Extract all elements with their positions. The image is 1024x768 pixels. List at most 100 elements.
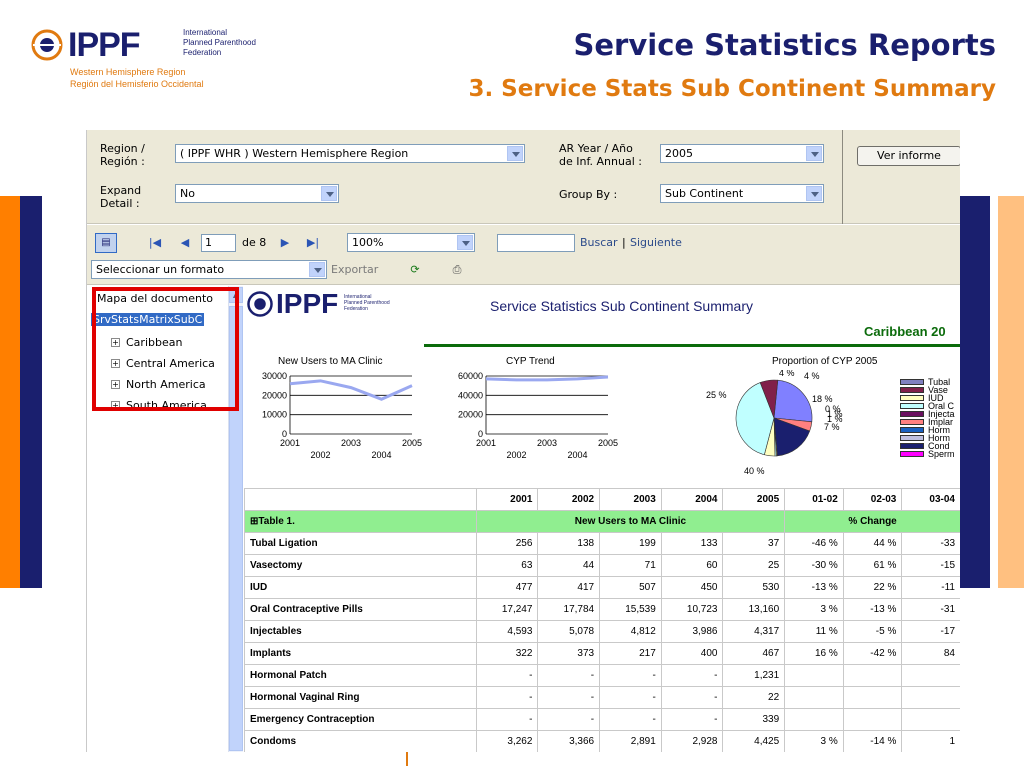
col-header: 2002	[537, 488, 601, 511]
table-cell: 4,317	[722, 620, 786, 643]
chevron-down-icon[interactable]	[806, 186, 822, 201]
table-cell: 199	[599, 532, 662, 555]
table-row: Hormonal Vaginal Ring - - - -22	[244, 686, 960, 709]
y-tick-label: 10000	[262, 410, 287, 420]
table-row: IUD 477 417 507 450 530 -13 % 22 % -11	[244, 576, 960, 599]
stats-table: 2001 2002 2003 2004 2005 01-02 02-03 03-…	[244, 488, 960, 752]
table-cell: 3 %	[784, 598, 844, 621]
table-cell: -17	[901, 620, 960, 643]
groupby-label: Group By :	[559, 188, 618, 201]
chevron-down-icon[interactable]	[806, 146, 822, 161]
cyp-proportion-pie-chart: 4 % 4 %18 %0 %1 %1 %7 %40 %25 %	[706, 370, 843, 476]
y-tick-label: 20000	[262, 390, 287, 400]
report-title: Service Statistics Sub Continent Summary	[490, 298, 753, 314]
decor-tick	[406, 752, 408, 766]
legend-swatch	[900, 387, 924, 393]
next-page-icon[interactable]: ▶	[277, 235, 293, 251]
table-cell: 11 %	[784, 620, 844, 643]
x-tick-label: 2003	[341, 438, 361, 448]
zoom-select[interactable]: 100%	[347, 233, 475, 252]
table-cell: 3,366	[537, 730, 601, 752]
table-cell: 138	[537, 532, 601, 555]
page-number-input[interactable]: 1	[201, 234, 236, 252]
chevron-down-icon[interactable]	[309, 262, 325, 277]
export-format-select[interactable]: Seleccionar un formato	[91, 260, 327, 279]
table-row: Vasectomy 63 44 71 60 25 -30 % 61 % -15	[244, 554, 960, 577]
view-report-button[interactable]: Ver informe	[857, 146, 960, 166]
table-cell: 44 %	[842, 532, 903, 555]
col-header: 02-03	[842, 488, 903, 511]
x-tick-label: 2001	[476, 438, 496, 448]
table-cell: 37	[722, 532, 786, 555]
y-tick-label: 30000	[262, 371, 287, 381]
table-cell: -11	[901, 576, 960, 599]
pie-data-label: 18 %	[812, 394, 833, 404]
first-page-icon[interactable]: |◀	[147, 235, 163, 251]
logo-wordmark: IPPF	[68, 26, 141, 64]
table-cell	[784, 686, 844, 709]
subcontinent-heading: Caribbean 20	[864, 324, 946, 339]
page-count: de 8	[242, 236, 267, 249]
print-icon[interactable]: ⎙	[449, 262, 465, 278]
chevron-down-icon[interactable]	[457, 235, 473, 250]
table-cell: -30 %	[784, 554, 844, 577]
table-cell	[901, 708, 960, 731]
refresh-icon[interactable]: ⟳	[407, 262, 423, 278]
chevron-down-icon[interactable]	[507, 146, 523, 161]
table-row: Injectables 4,593 5,078 4,812 3,986 4,317 11 %…	[244, 620, 960, 643]
table-cell: -	[475, 708, 539, 731]
legend-swatch	[900, 403, 924, 409]
pie-data-label: 7 %	[824, 422, 840, 432]
row-label: Tubal Ligation	[244, 532, 477, 555]
pie-legend: Tubal Vase IUD Oral C Injecta Implar Horm Horm C…	[900, 378, 960, 459]
table-cell: 417	[537, 576, 601, 599]
ippf-globe-icon	[31, 29, 63, 61]
y-tick-label: 40000	[458, 390, 483, 400]
table-cell: 4,425	[722, 730, 786, 752]
report-globe-icon	[247, 291, 273, 317]
table-cell: -	[660, 686, 724, 709]
chevron-down-icon[interactable]	[321, 186, 337, 201]
export-link[interactable]: Exportar	[331, 262, 378, 278]
report-logo: IPPF	[276, 288, 339, 319]
table-cell	[842, 664, 903, 687]
report-page: IPPF International Planned Parenthood Fe…	[244, 286, 960, 752]
expand-select[interactable]: No	[175, 184, 339, 203]
table-cell: 16 %	[784, 642, 844, 665]
report-logo-small: International Planned Parenthood Federat…	[344, 294, 390, 312]
region-select[interactable]: ( IPPF WHR ) Western Hemisphere Region	[175, 144, 525, 163]
groupby-select[interactable]: Sub Continent	[660, 184, 824, 203]
table-cell: 10,723	[660, 598, 724, 621]
find-next-link[interactable]: Siguiente	[630, 235, 682, 251]
heading-rule	[424, 344, 960, 347]
table-cell	[901, 686, 960, 709]
prev-page-icon[interactable]: ◀	[177, 235, 193, 251]
x-tick-label: 2001	[280, 438, 300, 448]
report-toolbar: ▤ |◀ ◀ 1 de 8 ▶ ▶| 100% Buscar | Siguien…	[87, 225, 960, 285]
doc-map-toggle-icon[interactable]: ▤	[95, 233, 117, 253]
table-cell: 322	[475, 642, 539, 665]
table-cell: 22	[722, 686, 786, 709]
table-cell: -	[537, 664, 601, 687]
table-cell: 13,160	[722, 598, 786, 621]
last-page-icon[interactable]: ▶|	[305, 235, 321, 251]
col-header: 2005	[722, 488, 786, 511]
find-link[interactable]: Buscar	[580, 235, 618, 251]
new-users-line-chart: 01000020000300002001 2003 20052002 2004	[262, 371, 422, 460]
col-header: 2001	[475, 488, 539, 511]
table-cell	[842, 708, 903, 731]
table-cell: -	[599, 708, 662, 731]
table-cell: 44	[537, 554, 601, 577]
table-cell: 467	[722, 642, 786, 665]
col-header: 2003	[599, 488, 662, 511]
pie-data-label: 4 %	[804, 371, 820, 381]
table-group-cell[interactable]: ⊞Table 1.	[244, 510, 477, 533]
logo-region: Western Hemisphere Region Región del Hem…	[70, 67, 204, 89]
search-input[interactable]	[497, 234, 575, 252]
year-select[interactable]: 2005	[660, 144, 824, 163]
table-cell: -31	[901, 598, 960, 621]
pie-data-label: 40 %	[744, 466, 765, 476]
table-cell: 507	[599, 576, 662, 599]
table-header-row: 2001 2002 2003 2004 2005 01-02 02-03 03-…	[244, 488, 960, 511]
table-cell: 256	[475, 532, 539, 555]
